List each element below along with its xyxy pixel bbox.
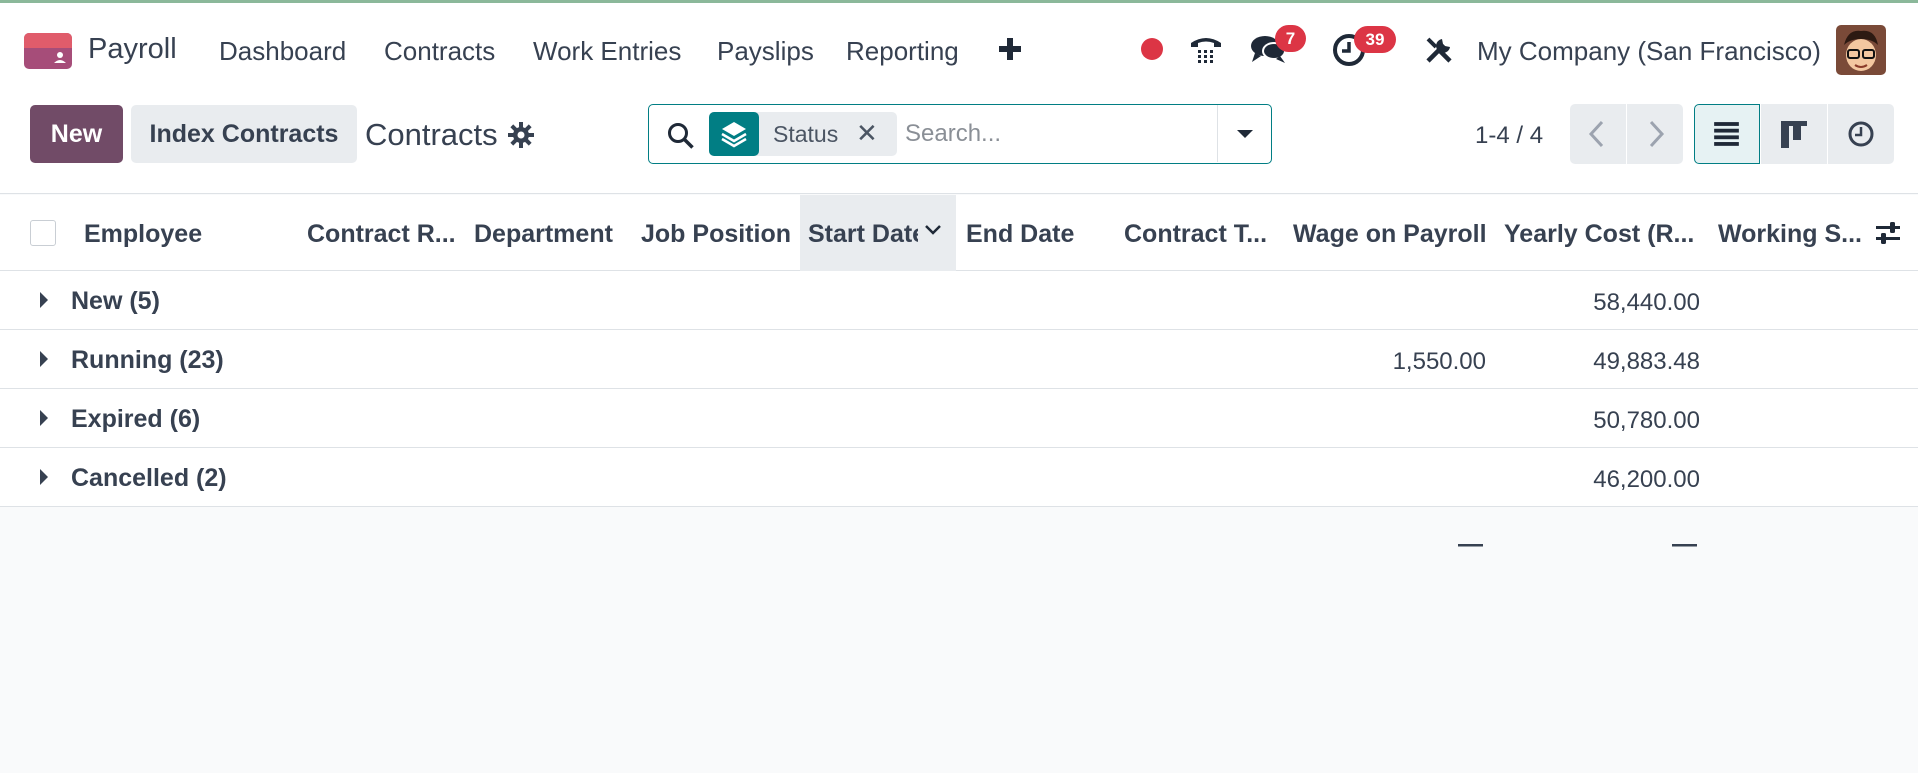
- column-working-schedule[interactable]: Working S...: [1718, 220, 1868, 249]
- new-button[interactable]: New: [30, 105, 123, 163]
- expand-caret-icon: [40, 292, 48, 308]
- clock-icon: [1848, 121, 1874, 147]
- expand-caret-icon: [40, 351, 48, 367]
- column-contract-type[interactable]: Contract T...: [1124, 220, 1270, 249]
- group-label: Expired (6): [71, 405, 201, 433]
- group-label: New (5): [71, 287, 160, 315]
- wage-total: 1,550.00: [1392, 348, 1486, 375]
- group-by-layers-icon: [709, 112, 759, 156]
- column-end-date[interactable]: End Date: [966, 220, 1106, 249]
- sort-descending-icon[interactable]: [924, 223, 942, 237]
- search-options-toggle[interactable]: [1217, 105, 1271, 162]
- company-switcher[interactable]: My Company (San Francisco): [1477, 36, 1821, 67]
- group-row-running[interactable]: Running (23) 1,550.00 49,883.48: [0, 330, 1918, 389]
- gear-icon[interactable]: [508, 122, 534, 148]
- menu-contracts[interactable]: Contracts: [384, 36, 495, 67]
- caret-down-icon: [1237, 130, 1253, 138]
- group-row-expired[interactable]: Expired (6) 50,780.00: [0, 389, 1918, 448]
- group-label: Cancelled (2): [71, 464, 227, 492]
- column-contract-reference[interactable]: Contract R...: [307, 220, 457, 249]
- search-bar: Status ✕: [648, 104, 1272, 164]
- chevron-right-icon: [1649, 120, 1665, 148]
- kanban-view-button[interactable]: [1761, 104, 1827, 164]
- column-start-date[interactable]: Start Date: [808, 220, 918, 249]
- page-title: Contracts: [365, 117, 498, 152]
- payroll-app-icon[interactable]: [24, 33, 72, 69]
- group-label: Running (23): [71, 346, 224, 374]
- yearly-cost-total: 46,200.00: [1593, 466, 1700, 493]
- plus-icon[interactable]: [998, 31, 1022, 65]
- column-employee[interactable]: Employee: [84, 220, 254, 249]
- pager-next-button[interactable]: [1627, 104, 1683, 164]
- avatar-icon: [1836, 25, 1886, 75]
- column-yearly-cost[interactable]: Yearly Cost (R...: [1504, 220, 1694, 249]
- user-avatar[interactable]: [1836, 25, 1886, 75]
- column-job-position[interactable]: Job Position: [641, 220, 796, 249]
- tools-icon[interactable]: [1424, 33, 1456, 65]
- kanban-view-icon: [1781, 121, 1807, 148]
- expand-caret-icon: [40, 469, 48, 485]
- facet-label: Status: [773, 121, 839, 147]
- menu-work-entries[interactable]: Work Entries: [533, 36, 681, 67]
- control-panel: New Index Contracts Contracts Status ✕ S…: [0, 92, 1918, 194]
- group-row-new[interactable]: New (5) 58,440.00: [0, 271, 1918, 330]
- search-input[interactable]: [905, 115, 1205, 153]
- index-contracts-button[interactable]: Index Contracts: [131, 105, 357, 163]
- chevron-left-icon: [1588, 120, 1604, 148]
- messages-badge: 7: [1275, 25, 1306, 52]
- expand-caret-icon: [40, 410, 48, 426]
- top-navbar: Payroll Dashboard Contracts Work Entries…: [0, 0, 1918, 92]
- yearly-cost-total: 58,440.00: [1593, 289, 1700, 316]
- menu-dashboard[interactable]: Dashboard: [219, 36, 346, 67]
- list-view-button[interactable]: [1694, 104, 1760, 164]
- table-header: Employee Contract R... Department Job Po…: [0, 195, 1918, 271]
- remove-facet-icon[interactable]: ✕: [856, 118, 878, 149]
- list-view-icon: [1714, 122, 1739, 146]
- app-name[interactable]: Payroll: [88, 33, 177, 66]
- column-wage-on-payroll[interactable]: Wage on Payroll: [1293, 220, 1493, 249]
- activities-badge: 39: [1354, 26, 1396, 53]
- footer-yearly-cost-total: —: [1672, 530, 1697, 558]
- menu-payslips[interactable]: Payslips: [717, 36, 814, 67]
- record-icon[interactable]: [1140, 37, 1164, 61]
- footer-wage-total: —: [1458, 530, 1483, 558]
- yearly-cost-total: 50,780.00: [1593, 407, 1700, 434]
- column-department[interactable]: Department: [474, 220, 624, 249]
- select-all-checkbox[interactable]: [30, 220, 56, 246]
- status-facet: Status ✕: [709, 112, 897, 156]
- pager-previous-button[interactable]: [1570, 104, 1626, 164]
- optional-columns-icon[interactable]: [1874, 219, 1902, 247]
- menu-reporting[interactable]: Reporting: [846, 36, 959, 67]
- yearly-cost-total: 49,883.48: [1593, 348, 1700, 375]
- activity-view-button[interactable]: [1828, 104, 1894, 164]
- search-icon[interactable]: [667, 122, 695, 150]
- phone-icon[interactable]: [1188, 31, 1224, 67]
- pager-value[interactable]: 1-4 / 4: [1475, 122, 1543, 150]
- group-row-cancelled[interactable]: Cancelled (2) 46,200.00: [0, 448, 1918, 507]
